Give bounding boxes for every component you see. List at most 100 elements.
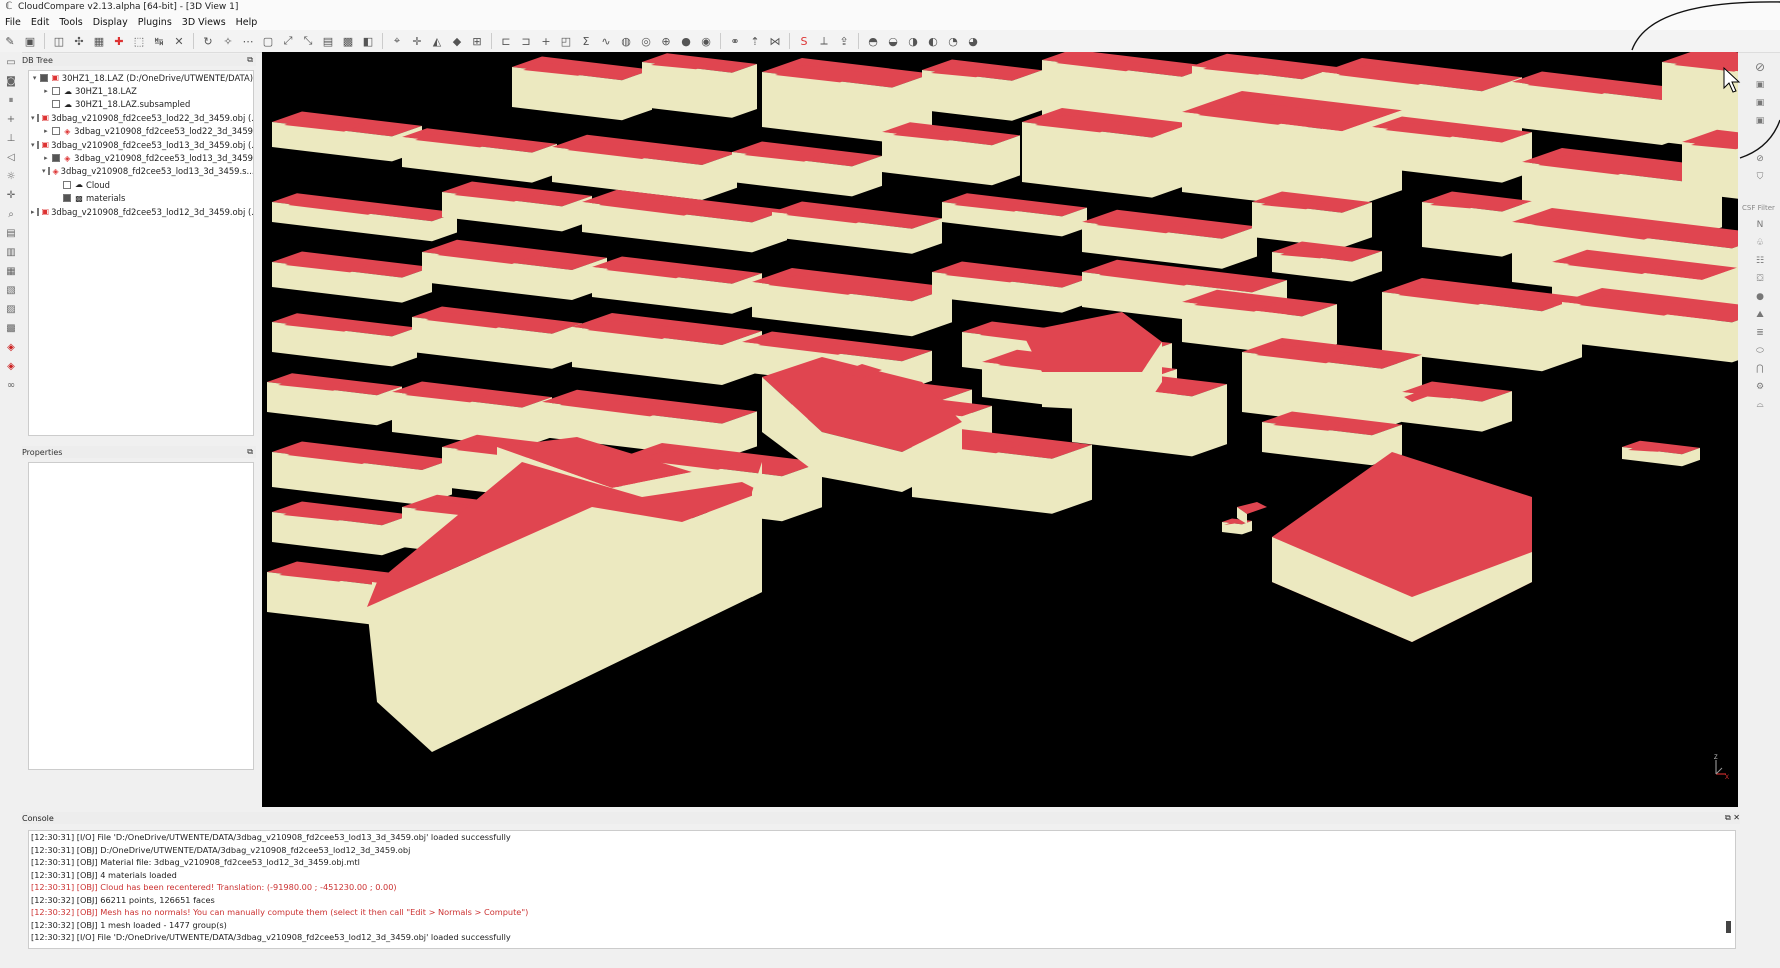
csf-filter-label[interactable]: CSF Filter xyxy=(1742,204,1775,212)
plus-icon[interactable]: + xyxy=(537,32,555,50)
fit-icon[interactable]: ⤡ xyxy=(299,32,317,50)
expand-arrow-icon[interactable]: ▸ xyxy=(42,127,50,135)
db-tree[interactable]: ▾ ▣ 30HZ1_18.LAZ (D:/OneDrive/UTWENTE/DATA… xyxy=(28,70,254,436)
measure-icon[interactable]: ⌖ xyxy=(388,32,406,50)
iso-cube-icon[interactable]: ◈ xyxy=(2,338,20,356)
expand-arrow-icon[interactable]: ▾ xyxy=(31,114,35,122)
light-icon[interactable]: ☼ xyxy=(2,167,20,185)
menu-3d-views[interactable]: 3D Views xyxy=(177,17,231,28)
tree-item[interactable]: ☁ 30HZ1_18.LAZ.subsampled xyxy=(29,98,253,111)
plus-view-icon[interactable]: + xyxy=(2,110,20,128)
visibility-checkbox[interactable] xyxy=(36,140,39,149)
expand-arrow-icon[interactable]: ▸ xyxy=(31,208,35,216)
view-iso2-icon[interactable]: ◕ xyxy=(964,32,982,50)
visibility-checkbox[interactable] xyxy=(40,73,48,82)
crosshair-icon[interactable]: ✛ xyxy=(408,32,426,50)
expand-arrow-icon[interactable]: ▾ xyxy=(31,141,35,149)
visibility-checkbox[interactable] xyxy=(36,113,39,122)
visibility-checkbox[interactable] xyxy=(51,154,60,163)
visibility-checkbox[interactable] xyxy=(51,127,60,136)
menu-display[interactable]: Display xyxy=(88,17,133,28)
visibility-checkbox[interactable] xyxy=(52,100,60,109)
glasses-icon[interactable]: ∞ xyxy=(2,376,20,394)
tree-item[interactable]: ☁ Cloud xyxy=(29,178,253,191)
visibility-checkbox[interactable] xyxy=(52,87,60,96)
translate-icon[interactable]: ↹ xyxy=(150,32,168,50)
north-icon[interactable]: N xyxy=(1753,218,1767,232)
console-controls[interactable]: ⧉ ✕ xyxy=(1725,813,1740,823)
cloud-mesh-dist-icon[interactable]: ⊐ xyxy=(517,32,535,50)
open-icon[interactable]: ✎ xyxy=(1,32,19,50)
tree-item[interactable]: ▾ ▣ 3dbag_v210908_fd2cee53_lod13_3d_3459.o… xyxy=(29,138,253,151)
gaussian-icon[interactable]: ∿ xyxy=(597,32,615,50)
sf-icon[interactable]: ▤ xyxy=(319,32,337,50)
octree-icon[interactable]: ⋈ xyxy=(766,32,784,50)
layers-icon[interactable]: ≣ xyxy=(1753,326,1767,340)
visibility-checkbox[interactable] xyxy=(36,207,39,216)
view-top-icon[interactable]: ▤ xyxy=(2,224,20,242)
delete-icon[interactable]: ✕ xyxy=(170,32,188,50)
3d-view[interactable]: Z X xyxy=(262,52,1738,807)
view-left-left-icon[interactable]: ▦ xyxy=(2,262,20,280)
tree-item[interactable]: ▾ ▣ 30HZ1_18.LAZ (D:/OneDrive/UTWENTE/DATA… xyxy=(29,71,253,84)
pivot-icon[interactable]: ✛ xyxy=(2,186,20,204)
export-icon[interactable]: ⇪ xyxy=(835,32,853,50)
cc-icon[interactable]: ◧ xyxy=(359,32,377,50)
view-back-left-icon[interactable]: ▧ xyxy=(2,281,20,299)
tree-item[interactable]: ▩ materials xyxy=(29,192,253,205)
view-front-left-icon[interactable]: ▥ xyxy=(2,243,20,261)
menu-file[interactable]: File xyxy=(0,17,26,28)
ellipse-icon[interactable]: ⬭ xyxy=(1753,344,1767,358)
add-point-icon[interactable]: ✚ xyxy=(110,32,128,50)
leaf-icon[interactable]: ♧ xyxy=(1753,236,1767,250)
checker-icon[interactable]: ▩ xyxy=(339,32,357,50)
iso-cube2-icon[interactable]: ◈ xyxy=(2,357,20,375)
sf-stats-icon[interactable]: Σ xyxy=(577,32,595,50)
visibility-checkbox[interactable] xyxy=(63,180,71,189)
sample-icon[interactable]: ⋯ xyxy=(239,32,257,50)
tree-item[interactable]: ▸ ☁ 30HZ1_18.LAZ xyxy=(29,84,253,97)
expand-arrow-icon[interactable]: ▾ xyxy=(42,167,46,175)
clone-icon[interactable]: ◫ xyxy=(50,32,68,50)
save-icon[interactable]: ▣ xyxy=(21,32,39,50)
console-log[interactable]: [12:30:31] [I/O] File 'D:/OneDrive/UTWEN… xyxy=(28,830,1736,949)
expand-arrow-icon[interactable]: ▸ xyxy=(42,154,50,162)
menu-plugins[interactable]: Plugins xyxy=(133,17,177,28)
expand-arrow-icon[interactable]: ▸ xyxy=(42,87,50,95)
curve-icon[interactable]: S xyxy=(795,32,813,50)
view-front-icon[interactable]: ◓ xyxy=(864,32,882,50)
ball-icon[interactable]: ● xyxy=(1753,290,1767,304)
segment-icon[interactable]: ⬚ xyxy=(130,32,148,50)
distance-icon[interactable]: ⊏ xyxy=(497,32,515,50)
grid-icon[interactable]: ▦ xyxy=(90,32,108,50)
merge-icon[interactable]: ✣ xyxy=(70,32,88,50)
box-icon[interactable]: ▢ xyxy=(259,32,277,50)
tree-item[interactable]: ▾ ◈ 3dbag_v210908_fd2cee53_lod13_3d_3459.s… xyxy=(29,165,253,178)
compare-icon[interactable]: ⊞ xyxy=(468,32,486,50)
screen-icon[interactable]: ▭ xyxy=(2,53,20,71)
undock-icon[interactable]: ⧉ xyxy=(247,447,253,457)
scale-icon[interactable]: ⤢ xyxy=(279,32,297,50)
tree-item[interactable]: ▸ ◈ 3dbag_v210908_fd2cee53_lod13_3d_3459 xyxy=(29,151,253,164)
fit-plane-icon[interactable]: ⟂ xyxy=(815,32,833,50)
colors-icon[interactable]: ● xyxy=(677,32,695,50)
camera-icon[interactable]: ◙ xyxy=(2,72,20,90)
fbx-icon[interactable]: ⊕ xyxy=(657,32,675,50)
bridge-icon[interactable]: ⌓ xyxy=(1753,398,1767,412)
mesh-icon[interactable]: ◆ xyxy=(448,32,466,50)
tree-item[interactable]: ▸ ▣ 3dbag_v210908_fd2cee53_lod12_3d_3459.o… xyxy=(29,205,253,218)
tree-icon[interactable]: ⛰ xyxy=(1753,308,1767,322)
visibility-checkbox[interactable] xyxy=(47,167,50,176)
view-left-icon[interactable]: ◑ xyxy=(904,32,922,50)
view-iso-icon[interactable]: ◔ xyxy=(944,32,962,50)
view-bottom-icon[interactable]: ▩ xyxy=(2,319,20,337)
console-scrollbar[interactable] xyxy=(1726,921,1731,933)
plane-icon[interactable]: ◭ xyxy=(428,32,446,50)
view-right-left-icon[interactable]: ▨ xyxy=(2,300,20,318)
properties-panel[interactable] xyxy=(28,462,254,770)
link-icon[interactable]: ⚭ xyxy=(726,32,744,50)
sphere-icon[interactable]: ◉ xyxy=(697,32,715,50)
view-right-icon[interactable]: ◐ xyxy=(924,32,942,50)
menu-edit[interactable]: Edit xyxy=(26,17,54,28)
undock-icon[interactable]: ⧉ xyxy=(247,55,253,65)
